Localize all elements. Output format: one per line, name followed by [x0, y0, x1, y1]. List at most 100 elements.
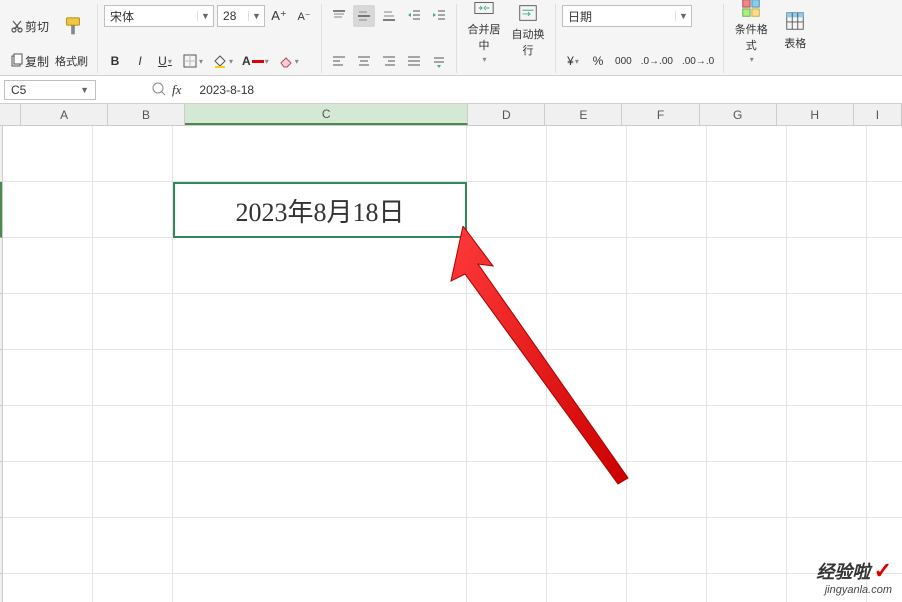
- decrease-decimal-button[interactable]: .00→.0: [679, 50, 717, 72]
- merge-icon: [472, 0, 496, 19]
- column-headers: A B C D E F G H I: [0, 104, 902, 126]
- selected-cell[interactable]: 2023年8月18日: [173, 182, 467, 238]
- formula-input[interactable]: 2023-8-18: [191, 83, 902, 97]
- chevron-down-icon: ▼: [197, 11, 213, 21]
- increase-decimal-button[interactable]: .0→.00: [638, 50, 676, 72]
- align-left-button[interactable]: [328, 50, 350, 72]
- orientation-button[interactable]: [428, 50, 450, 72]
- row-header[interactable]: [0, 406, 2, 462]
- font-group: 宋体 ▼ 28 ▼ A⁺ A⁻ B I U▾ ▾ ▾ A ▾: [98, 4, 322, 73]
- row-header[interactable]: [0, 238, 2, 294]
- copy-button[interactable]: 复制: [6, 50, 52, 72]
- align-bottom-icon: [381, 8, 397, 24]
- decrease-font-button[interactable]: A⁻: [293, 5, 315, 27]
- increase-font-button[interactable]: A⁺: [268, 5, 290, 27]
- watermark-url: jingyanla.com: [816, 584, 892, 596]
- align-right-icon: [381, 53, 397, 69]
- copy-icon: [9, 53, 25, 69]
- col-header-e[interactable]: E: [545, 104, 622, 125]
- row-header[interactable]: [0, 126, 2, 182]
- cut-button[interactable]: 剪切: [6, 16, 52, 38]
- currency-icon: ¥: [567, 54, 574, 68]
- justify-icon: [406, 53, 422, 69]
- name-box[interactable]: C5 ▼: [4, 80, 96, 100]
- scissors-icon: [9, 19, 25, 35]
- cells-area[interactable]: 2023年8月18日: [3, 126, 902, 602]
- chevron-down-icon: ▼: [248, 11, 264, 21]
- align-top-button[interactable]: [328, 5, 350, 27]
- increase-indent-button[interactable]: [428, 5, 450, 27]
- col-header-h[interactable]: H: [777, 104, 854, 125]
- font-size-combo[interactable]: 28 ▼: [217, 5, 265, 27]
- currency-button[interactable]: ¥▾: [562, 50, 584, 72]
- styles-group: 条件格式▾ 表格: [724, 4, 822, 73]
- percent-button[interactable]: %: [587, 50, 609, 72]
- checkmark-icon: ✓: [874, 558, 892, 583]
- underline-button[interactable]: U▾: [154, 50, 176, 72]
- justify-button[interactable]: [403, 50, 425, 72]
- bold-button[interactable]: B: [104, 50, 126, 72]
- merge-label: 合并居中: [466, 21, 502, 53]
- col-header-b[interactable]: B: [108, 104, 185, 125]
- cell-style-button[interactable]: 表格: [774, 4, 816, 56]
- row-header[interactable]: [0, 462, 2, 518]
- row-header[interactable]: [0, 350, 2, 406]
- align-right-button[interactable]: [378, 50, 400, 72]
- borders-button[interactable]: ▾: [179, 50, 206, 72]
- align-center-icon: [356, 53, 372, 69]
- merge-group: 合并居中▾ 自动换行: [457, 4, 556, 73]
- fx-icon[interactable]: fx: [172, 82, 181, 98]
- conditional-format-icon: [739, 0, 763, 19]
- borders-icon: [182, 53, 198, 69]
- font-color-icon: A: [242, 54, 251, 68]
- font-size-value: 28: [218, 9, 248, 23]
- dec-decimal-icon: .00→.0: [682, 56, 714, 67]
- row-header[interactable]: [0, 518, 2, 574]
- wrap-label: 自动换行: [510, 26, 546, 58]
- alignment-group: [322, 4, 457, 73]
- col-header-f[interactable]: F: [622, 104, 699, 125]
- align-center-button[interactable]: [353, 50, 375, 72]
- format-painter-button[interactable]: [55, 1, 91, 53]
- comma-button[interactable]: 000: [612, 50, 635, 72]
- font-name-value: 宋体: [105, 8, 197, 25]
- decrease-indent-button[interactable]: [403, 5, 425, 27]
- formula-bar-row: C5 ▼ fx 2023-8-18: [0, 76, 902, 104]
- italic-button[interactable]: I: [129, 50, 151, 72]
- wrap-text-button[interactable]: 自动换行: [507, 4, 549, 56]
- format-painter-label: 格式刷: [55, 53, 88, 69]
- row-header[interactable]: [0, 294, 2, 350]
- col-header-c[interactable]: C: [185, 104, 468, 125]
- row-header[interactable]: [0, 574, 2, 602]
- conditional-format-button[interactable]: 条件格式▾: [730, 4, 772, 56]
- copy-label: 复制: [25, 53, 49, 70]
- merge-center-button[interactable]: 合并居中▾: [463, 4, 505, 56]
- cell-value: 2023年8月18日: [235, 192, 404, 229]
- conditional-format-label: 条件格式: [733, 21, 769, 53]
- select-all-corner[interactable]: [0, 104, 21, 125]
- col-header-d[interactable]: D: [468, 104, 545, 125]
- number-format-combo[interactable]: 日期 ▼: [562, 5, 692, 27]
- percent-icon: %: [593, 54, 604, 68]
- indent-icon: [431, 8, 447, 24]
- fill-color-button[interactable]: ▾: [209, 50, 236, 72]
- trace-icon[interactable]: [150, 80, 166, 99]
- fill-handle[interactable]: [462, 233, 468, 239]
- watermark-title: 经验啦: [816, 562, 870, 582]
- font-name-combo[interactable]: 宋体 ▼: [104, 5, 214, 27]
- align-middle-button[interactable]: [353, 5, 375, 27]
- font-color-button[interactable]: A ▾: [239, 50, 272, 72]
- cut-label: 剪切: [25, 18, 49, 35]
- row-header[interactable]: [0, 182, 2, 238]
- outdent-icon: [406, 8, 422, 24]
- chevron-down-icon: ▼: [80, 85, 89, 95]
- align-middle-icon: [356, 8, 372, 24]
- align-bottom-button[interactable]: [378, 5, 400, 27]
- col-header-g[interactable]: G: [700, 104, 777, 125]
- eraser-icon: [278, 53, 294, 69]
- comma-icon: 000: [615, 56, 632, 67]
- col-header-a[interactable]: A: [21, 104, 108, 125]
- inc-decimal-icon: .0→.00: [641, 56, 673, 67]
- clear-format-button[interactable]: ▾: [275, 50, 302, 72]
- col-header-i[interactable]: I: [854, 104, 902, 125]
